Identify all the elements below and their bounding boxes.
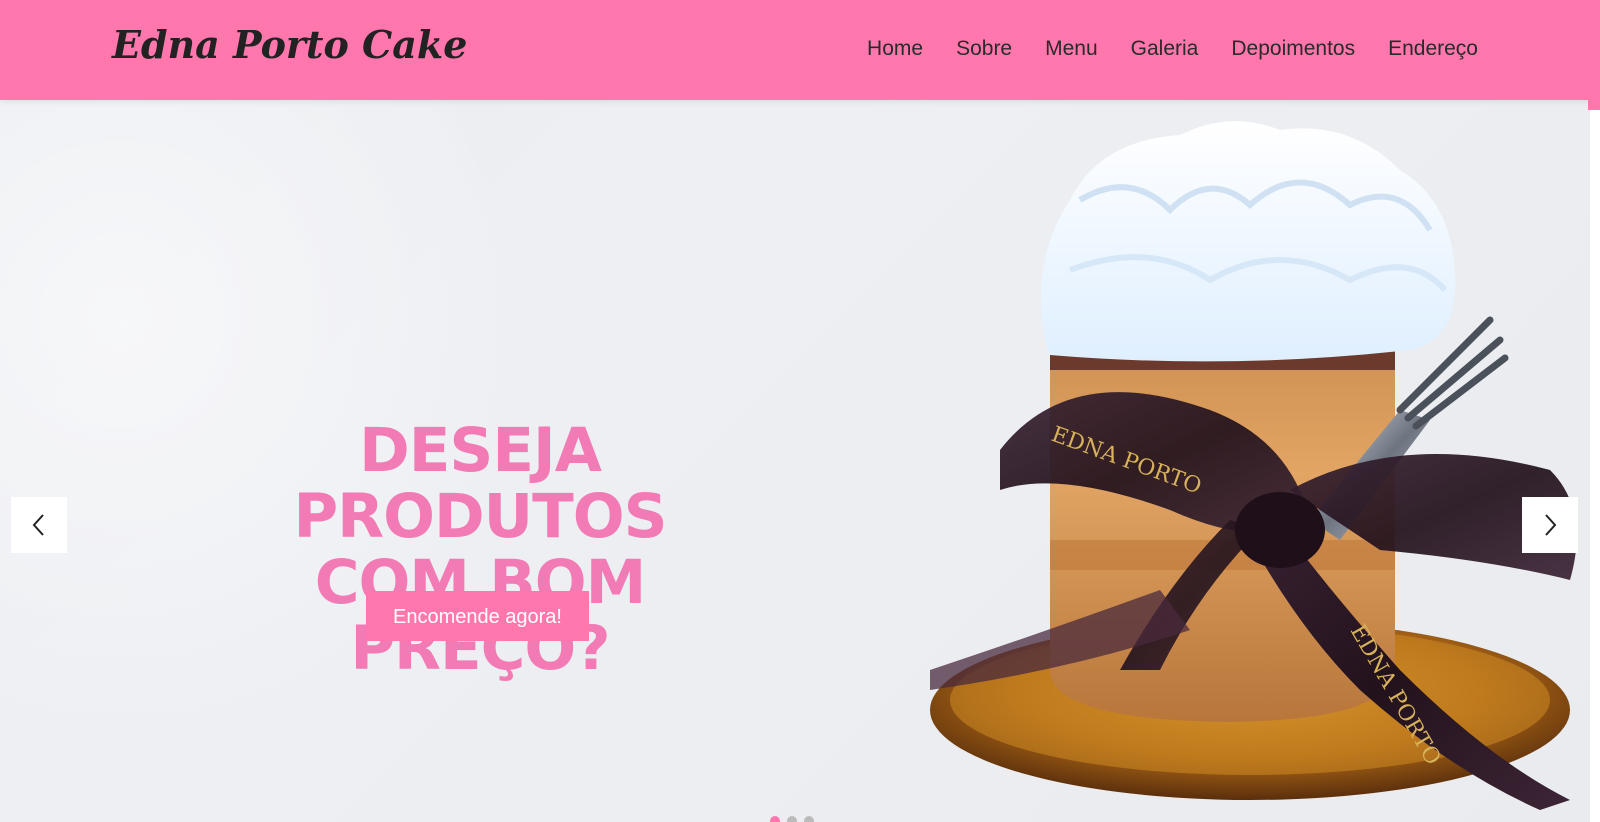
cake-image: EDNA PORTO EDNA PORTO xyxy=(930,121,1577,810)
nav-endereco[interactable]: Endereço xyxy=(1388,37,1478,61)
carousel-dot-1[interactable] xyxy=(770,816,780,822)
order-now-button[interactable]: Encomende agora! xyxy=(366,591,589,641)
carousel-dot-2[interactable] xyxy=(787,816,797,822)
nav-home[interactable]: Home xyxy=(867,37,923,61)
nav-sobre[interactable]: Sobre xyxy=(956,37,1012,61)
site-header: Edna Porto Cake Home Sobre Menu Galeria … xyxy=(0,0,1600,100)
nav-depoimentos[interactable]: Depoimentos xyxy=(1231,37,1355,61)
page: Edna Porto Cake Home Sobre Menu Galeria … xyxy=(0,0,1600,822)
hero-carousel: EDNA PORTO EDNA PORTO DESEJA PRODUTOS CO… xyxy=(0,100,1590,822)
site-logo[interactable]: Edna Porto Cake xyxy=(112,22,467,67)
carousel-next-button[interactable] xyxy=(1522,497,1578,553)
carousel-indicators xyxy=(770,816,814,822)
nav-galeria[interactable]: Galeria xyxy=(1131,37,1199,61)
header-edge xyxy=(1588,100,1600,110)
nav-menu[interactable]: Menu xyxy=(1045,37,1098,61)
main-nav: Home Sobre Menu Galeria Depoimentos Ende… xyxy=(867,37,1478,61)
hero-title: DESEJA PRODUTOS COM BOM PREÇO? xyxy=(180,418,780,682)
carousel-dot-3[interactable] xyxy=(804,816,814,822)
chevron-left-icon xyxy=(32,514,44,536)
hero-title-line-1: DESEJA PRODUTOS xyxy=(293,415,667,552)
chevron-right-icon xyxy=(1545,514,1557,536)
carousel-prev-button[interactable] xyxy=(11,497,67,553)
